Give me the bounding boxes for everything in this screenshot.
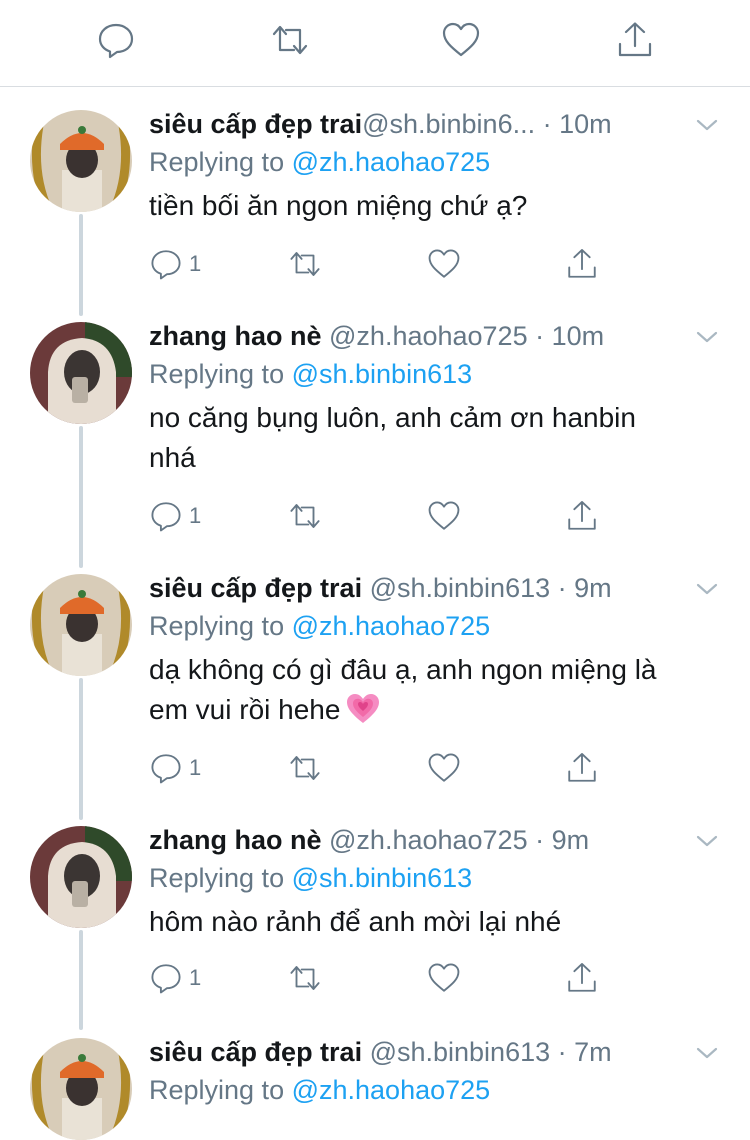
thread-line	[79, 930, 83, 1030]
tweet-header: zhang hao nè @zh.haohao725 · 10m	[149, 316, 720, 356]
chevron-down-icon[interactable]	[694, 576, 720, 602]
tweet-text-line: no căng bụng luôn, anh cảm ơn hanbin	[149, 402, 636, 433]
chevron-down-icon[interactable]	[694, 1040, 720, 1066]
chevron-down-icon[interactable]	[694, 828, 720, 854]
handle[interactable]: @sh.binbin613	[362, 573, 551, 603]
tweet-header: siêu cấp đẹp trai @sh.binbin613 · 7m	[149, 1032, 720, 1072]
replying-to: Replying to @zh.haohao725	[149, 606, 490, 646]
avatar[interactable]	[30, 826, 132, 928]
timestamp: · 10m	[527, 321, 605, 351]
avatar[interactable]	[30, 322, 132, 424]
replying-label: Replying to	[149, 611, 292, 641]
retweet-button[interactable]	[288, 247, 322, 281]
reply-button[interactable]: 1	[149, 751, 201, 785]
growing-heart-emoji	[346, 693, 380, 736]
reply-count: 1	[189, 503, 202, 528]
timestamp: · 7m	[550, 1037, 612, 1067]
like-button[interactable]	[427, 499, 461, 533]
handle[interactable]: @sh.binbin613	[362, 1037, 551, 1067]
replying-label: Replying to	[149, 863, 292, 893]
like-button[interactable]	[427, 961, 461, 995]
top-action-bar	[0, 0, 750, 87]
tweet-actions: 1	[149, 499, 619, 533]
display-name[interactable]: siêu cấp đẹp trai	[149, 1037, 362, 1067]
replying-to-link[interactable]: @zh.haohao725	[292, 1075, 491, 1105]
replying-label: Replying to	[149, 359, 292, 389]
display-name[interactable]: zhang hao nè	[149, 825, 322, 855]
chevron-down-icon[interactable]	[694, 324, 720, 350]
tweet-actions: 1	[149, 247, 619, 281]
avatar[interactable]	[30, 1038, 132, 1140]
display-name[interactable]: siêu cấp đẹp trai	[149, 573, 362, 603]
like-icon[interactable]	[441, 20, 481, 60]
replying-to-link[interactable]: @zh.haohao725	[292, 147, 491, 177]
thread-line	[79, 426, 83, 568]
tweet-actions: 1	[149, 751, 619, 785]
share-button[interactable]	[565, 751, 599, 785]
tweet-text-line: em vui rồi hehe	[149, 694, 341, 725]
retweet-icon[interactable]	[270, 20, 310, 60]
share-button[interactable]	[565, 499, 599, 533]
tweet-text-line: tiền bối ăn ngon miệng chứ ạ?	[149, 190, 528, 221]
tweet-text-line: dạ không có gì đâu ạ, anh ngon miệng là	[149, 654, 657, 685]
reply-button[interactable]: 1	[149, 961, 201, 995]
replying-label: Replying to	[149, 1075, 292, 1105]
handle[interactable]: @zh.haohao725	[322, 825, 528, 855]
avatar[interactable]	[30, 110, 132, 212]
tweet-text: dạ không có gì đâu ạ, anh ngon miệng là …	[149, 650, 719, 736]
reply-button[interactable]: 1	[149, 499, 201, 533]
reply-count: 1	[189, 251, 202, 276]
reply-count: 1	[189, 965, 202, 990]
replying-to: Replying to @sh.binbin613	[149, 858, 472, 898]
tweet-text-line: nhá	[149, 442, 196, 473]
tweet-header: zhang hao nè @zh.haohao725 · 9m	[149, 820, 720, 860]
tweet-text-line-with-emoji: em vui rồi hehe	[149, 690, 719, 736]
timestamp: · 9m	[527, 825, 590, 855]
display-name[interactable]: zhang hao nè	[149, 321, 322, 351]
replying-to: Replying to @zh.haohao725	[149, 1070, 490, 1110]
share-icon[interactable]	[615, 20, 655, 60]
thread-line	[79, 678, 83, 820]
thread-line	[79, 214, 83, 316]
display-name[interactable]: siêu cấp đẹp trai	[149, 109, 362, 139]
retweet-button[interactable]	[288, 499, 322, 533]
tweet-header: siêu cấp đẹp trai @sh.binbin613 · 9m	[149, 568, 720, 608]
chevron-down-icon[interactable]	[694, 112, 720, 138]
reply-count: 1	[189, 755, 202, 780]
replying-to-link[interactable]: @sh.binbin613	[292, 359, 473, 389]
share-button[interactable]	[565, 961, 599, 995]
replying-to: Replying to @zh.haohao725	[149, 142, 490, 182]
handle[interactable]: @zh.haohao725	[322, 321, 528, 351]
tweet-text-line: hôm nào rảnh để anh mời lại nhé	[149, 906, 562, 937]
avatar[interactable]	[30, 574, 132, 676]
retweet-button[interactable]	[288, 961, 322, 995]
share-button[interactable]	[565, 247, 599, 281]
like-button[interactable]	[427, 751, 461, 785]
timestamp: · 9m	[550, 573, 612, 603]
retweet-button[interactable]	[288, 751, 322, 785]
replying-label: Replying to	[149, 147, 292, 177]
like-button[interactable]	[427, 247, 461, 281]
reply-button[interactable]: 1	[149, 247, 201, 281]
replying-to: Replying to @sh.binbin613	[149, 354, 472, 394]
replying-to-link[interactable]: @sh.binbin613	[292, 863, 473, 893]
tweet-actions: 1	[149, 961, 619, 995]
handle[interactable]: @sh.binbin6...	[362, 109, 543, 139]
tweet-text: hôm nào rảnh để anh mời lại nhé	[149, 902, 719, 942]
reply-icon[interactable]	[96, 20, 136, 60]
tweet-header: siêu cấp đẹp trai@sh.binbin6... · 10m	[149, 104, 720, 144]
tweet-text: no căng bụng luôn, anh cảm ơn hanbin nhá	[149, 398, 719, 478]
timestamp: · 10m	[542, 109, 612, 139]
replying-to-link[interactable]: @zh.haohao725	[292, 611, 491, 641]
tweet-text: tiền bối ăn ngon miệng chứ ạ?	[149, 186, 719, 226]
